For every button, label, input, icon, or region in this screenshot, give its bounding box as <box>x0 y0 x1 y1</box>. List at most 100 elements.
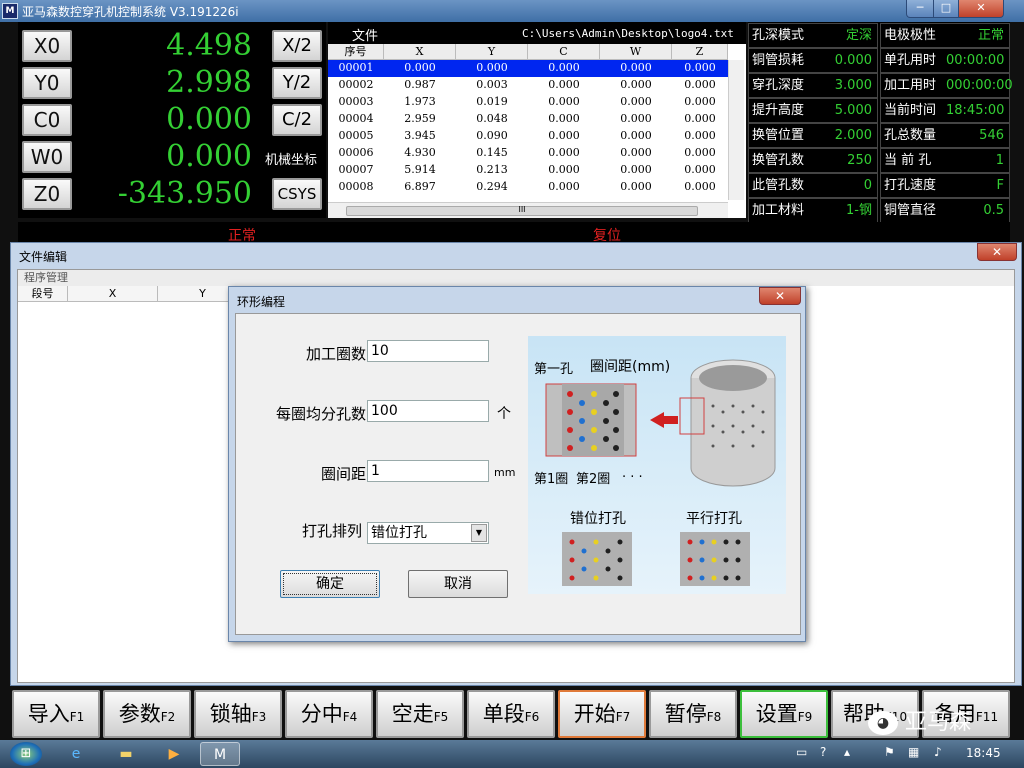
table-cell: 0.090 <box>476 129 508 142</box>
column-header[interactable]: W <box>600 44 672 60</box>
function-key-f8[interactable]: 暂停F8 <box>649 690 737 738</box>
table-row[interactable]: 00002 0.987 0.003 0.000 0.000 0.000 <box>328 77 728 94</box>
scroll-thumb[interactable]: III <box>346 206 698 216</box>
param-label: 孔深模式 <box>752 28 805 43</box>
hole-arrangement-select[interactable]: 错位打孔 ▼ <box>367 522 489 544</box>
file-edit-close-button[interactable]: ✕ <box>977 243 1017 261</box>
param-label: 单孔用时 <box>884 53 937 68</box>
column-header[interactable]: 序号 <box>328 44 384 60</box>
ellipsis-label: . . . <box>622 466 643 481</box>
column-header[interactable]: 段号 <box>18 286 68 302</box>
function-key-shortcut: F1 <box>69 710 85 724</box>
speaker-icon[interactable]: ♪ <box>934 745 942 759</box>
ring-programming-dialog: 环形编程 ✕ 加工圈数 10 每圈均分孔数 100 个 圈间距 1 mm 打孔排… <box>228 286 806 642</box>
column-header[interactable]: Z <box>672 44 728 60</box>
column-header[interactable]: X <box>68 286 158 302</box>
clock[interactable]: 18:45 <box>966 746 1001 760</box>
function-key-f9[interactable]: 设置F9 <box>740 690 828 738</box>
internet-explorer-icon[interactable]: e <box>56 742 96 766</box>
param-label: 电极极性 <box>884 28 937 43</box>
chevron-down-icon[interactable]: ▼ <box>471 524 487 542</box>
column-header[interactable]: C <box>528 44 600 60</box>
holes-per-ring-input[interactable]: 100 <box>367 400 489 422</box>
windows-start-icon[interactable]: ⊞ <box>10 742 42 766</box>
axis-w0-button[interactable]: W0 <box>22 141 72 173</box>
table-cell: 0.048 <box>476 112 508 125</box>
holes-per-ring-label: 每圈均分孔数 <box>275 405 366 423</box>
network-icon[interactable]: ▦ <box>908 745 919 759</box>
function-key-shortcut: F2 <box>160 710 176 724</box>
ring-diagram: 第一孔 圈间距(mm) 第1圈 第2圈 . . . 错位打孔 平行打孔 <box>528 336 786 594</box>
function-key-f3[interactable]: 锁轴F3 <box>194 690 282 738</box>
table-row[interactable]: 00008 6.897 0.294 0.000 0.000 0.000 <box>328 179 728 196</box>
function-key-f7[interactable]: 开始F7 <box>558 690 646 738</box>
csys-button[interactable]: CSYS <box>272 178 322 210</box>
first-hole-label: 第一孔 <box>534 362 574 377</box>
dialog-close-button[interactable]: ✕ <box>759 287 801 305</box>
y-half-button[interactable]: Y/2 <box>272 67 322 99</box>
column-header[interactable]: Y <box>456 44 528 60</box>
table-cell: 0.000 <box>548 129 580 142</box>
table-cell: 0.003 <box>476 78 508 91</box>
c-half-button[interactable]: C/2 <box>272 104 322 136</box>
table-cell: 0.213 <box>476 163 508 176</box>
function-key-f6[interactable]: 单段F6 <box>467 690 555 738</box>
param-label: 此管孔数 <box>752 178 805 193</box>
flag-icon[interactable]: ⚑ <box>884 745 895 759</box>
table-row[interactable]: 00006 4.930 0.145 0.000 0.000 0.000 <box>328 145 728 162</box>
table-cell: 0.000 <box>684 180 716 193</box>
help-icon[interactable]: ? <box>820 745 826 759</box>
function-key-f5[interactable]: 空走F5 <box>376 690 464 738</box>
ring-count-input[interactable]: 10 <box>367 340 489 362</box>
table-cell: 0.000 <box>684 129 716 142</box>
watermark-text: 亚马森 <box>905 710 972 735</box>
program-manager-tab[interactable]: 程序管理 <box>18 270 1014 286</box>
function-key-label: 单段 <box>482 702 525 726</box>
table-cell: 0.000 <box>620 112 652 125</box>
axis-y0-button[interactable]: Y0 <box>22 67 72 99</box>
table-row[interactable]: 00004 2.959 0.048 0.000 0.000 0.000 <box>328 111 728 128</box>
column-header[interactable]: X <box>384 44 456 60</box>
function-key-f2[interactable]: 参数F2 <box>103 690 191 738</box>
table-cell: 00007 <box>338 163 374 176</box>
minimize-button[interactable]: ─ <box>906 0 934 18</box>
ring-spacing-input[interactable]: 1 <box>367 460 489 482</box>
table-cell: 0.000 <box>548 95 580 108</box>
cancel-button[interactable]: 取消 <box>408 570 508 598</box>
x-half-button[interactable]: X/2 <box>272 30 322 62</box>
parameter-panel: 孔深模式 定深 电极极性 正常 铜管损耗 0.000 单孔用时 00:00:00 穿孔深度 3.0… <box>748 22 1013 223</box>
horizontal-scrollbar[interactable]: III <box>328 202 728 218</box>
folder-icon[interactable]: ▬ <box>106 742 146 766</box>
table-row[interactable]: 00001 0.000 0.000 0.000 0.000 0.000 <box>328 60 728 77</box>
hole-arrangement-value: 错位打孔 <box>371 525 427 541</box>
table-row[interactable]: 00003 1.973 0.019 0.000 0.000 0.000 <box>328 94 728 111</box>
close-button[interactable]: ✕ <box>958 0 1004 18</box>
table-cell: 0.000 <box>548 163 580 176</box>
table-cell: 00002 <box>338 78 374 91</box>
ok-button[interactable]: 确定 <box>280 570 380 598</box>
function-key-label: 开始 <box>573 702 616 726</box>
function-key-label: 锁轴 <box>209 702 252 726</box>
keyboard-icon[interactable]: ▭ <box>796 745 807 759</box>
param-label: 铜管直径 <box>884 203 937 218</box>
function-key-shortcut: F3 <box>251 710 267 724</box>
table-cell: 0.000 <box>548 180 580 193</box>
taskbar-app-cnc[interactable]: M <box>200 742 240 766</box>
axis-c0-button[interactable]: C0 <box>22 104 72 136</box>
table-row[interactable]: 00005 3.945 0.090 0.000 0.000 0.000 <box>328 128 728 145</box>
table-cell: 0.000 <box>684 163 716 176</box>
param-label: 换管孔数 <box>752 153 805 168</box>
axis-x0-button[interactable]: X0 <box>22 30 72 62</box>
file-panel: 文件 C:\Users\Admin\Desktop\logo4.txt 序号 X… <box>328 22 746 218</box>
maximize-button[interactable]: □ <box>933 0 959 18</box>
table-cell: 0.000 <box>620 78 652 91</box>
function-key-f4[interactable]: 分中F4 <box>285 690 373 738</box>
vertical-scrollbar[interactable] <box>728 60 744 200</box>
param-value: 546 <box>979 128 1004 143</box>
media-player-icon[interactable]: ▶ <box>154 742 194 766</box>
table-row[interactable]: 00007 5.914 0.213 0.000 0.000 0.000 <box>328 162 728 179</box>
y-coordinate-value: 2.998 <box>166 65 252 100</box>
chevron-up-icon[interactable]: ▴ <box>844 745 850 759</box>
axis-z0-button[interactable]: Z0 <box>22 178 72 210</box>
function-key-f1[interactable]: 导入F1 <box>12 690 100 738</box>
